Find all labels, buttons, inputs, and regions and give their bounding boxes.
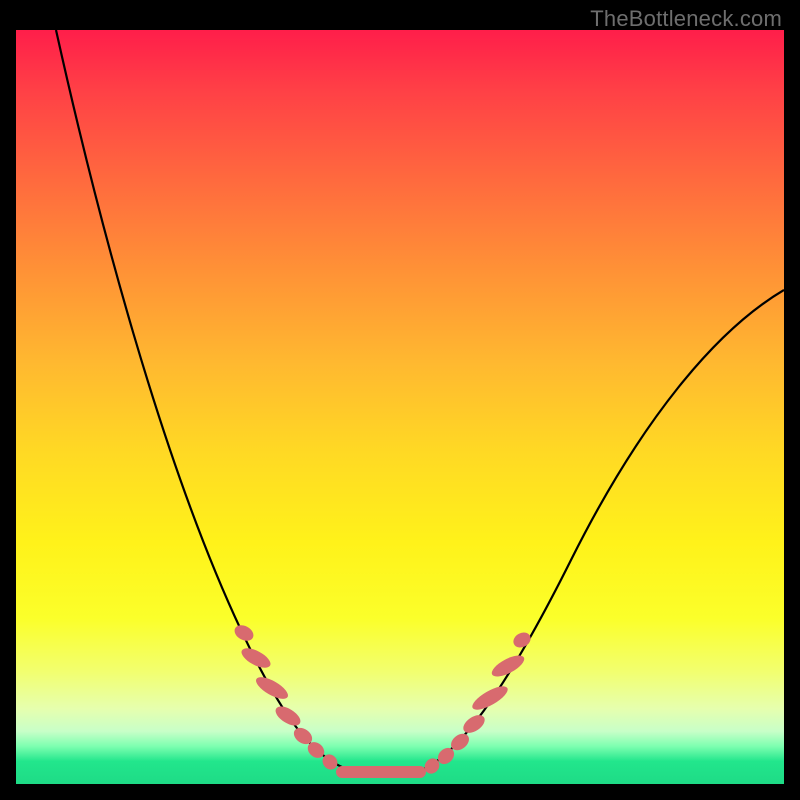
- chart-plot-area: [16, 30, 784, 784]
- bottleneck-curve-path: [56, 30, 784, 772]
- marker-cluster-right: [422, 630, 534, 777]
- bottleneck-chart: [16, 30, 784, 784]
- marker-flat-minimum: [336, 766, 426, 778]
- watermark-text: TheBottleneck.com: [590, 6, 782, 32]
